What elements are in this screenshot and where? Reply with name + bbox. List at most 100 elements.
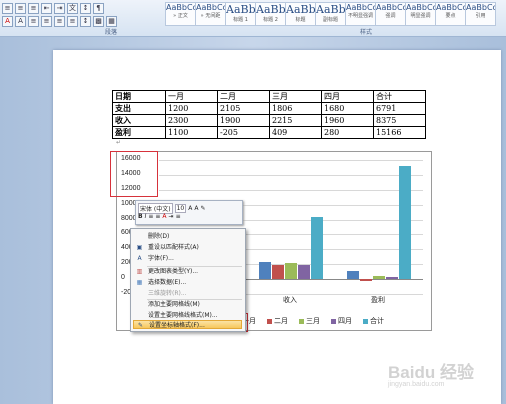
bullets-button[interactable]: ≡ bbox=[2, 2, 13, 14]
bar-二月-收入[interactable] bbox=[271, 264, 284, 280]
table-cell[interactable]: 合计 bbox=[373, 90, 426, 103]
context-menu-item[interactable]: 删除(D) bbox=[133, 232, 242, 241]
table-cell[interactable]: 支出 bbox=[112, 102, 166, 115]
table-cell[interactable]: 409 bbox=[269, 126, 322, 139]
legend-item[interactable]: 三月 bbox=[299, 316, 320, 326]
table-cell[interactable]: 收入 bbox=[112, 114, 166, 127]
style-label: 副标题 bbox=[322, 17, 338, 23]
table-cell[interactable]: 1806 bbox=[269, 102, 322, 115]
table-cell[interactable]: 1900 bbox=[217, 114, 270, 127]
table-cell[interactable]: 2300 bbox=[165, 114, 218, 127]
bar-三月-盈利[interactable] bbox=[372, 276, 385, 280]
table-cell[interactable]: 1680 bbox=[321, 102, 374, 115]
context-menu-item[interactable]: ▥ 更改图表类型(Y)... bbox=[133, 267, 242, 276]
justify-button[interactable]: ≡ bbox=[67, 15, 78, 27]
table-cell[interactable]: 日期 bbox=[112, 90, 166, 103]
table-cell[interactable]: 1960 bbox=[321, 114, 374, 127]
table-cell[interactable]: 8375 bbox=[373, 114, 426, 127]
line-spacing-button[interactable]: ↕ bbox=[80, 15, 91, 27]
font-color-mini-button[interactable]: A bbox=[162, 213, 166, 220]
style-label: 标题 1 bbox=[233, 17, 248, 23]
bar-一月-收入[interactable] bbox=[258, 261, 271, 280]
data-table[interactable]: 日期 一月 二月 三月 四月 合计支出 1200 2105 1806 1680 6791 收入 2300… bbox=[112, 90, 426, 139]
bar-一月-盈利[interactable] bbox=[346, 270, 359, 280]
align-center-button[interactable]: ≡ bbox=[41, 15, 52, 27]
borders-button[interactable]: ▦ bbox=[106, 15, 117, 27]
style-item[interactable]: AaBbCcDd» 无间距 bbox=[195, 2, 226, 26]
show-marks-button[interactable]: ¶ bbox=[93, 2, 104, 14]
table-cell[interactable]: 二月 bbox=[217, 90, 270, 103]
style-preview: AaBbCcDd bbox=[406, 3, 436, 12]
style-item[interactable]: AaBbCcDd明显强调 bbox=[405, 2, 436, 26]
char-border-button[interactable]: A bbox=[15, 15, 26, 27]
table-cell[interactable]: 280 bbox=[321, 126, 374, 139]
bold-button[interactable]: B bbox=[138, 213, 143, 220]
y-tick-label[interactable]: 0 bbox=[121, 274, 125, 281]
context-menu-item[interactable]: 添加主要网格线(M) bbox=[133, 300, 242, 309]
bar-四月-盈利[interactable] bbox=[385, 277, 398, 280]
table-cell[interactable]: 6791 bbox=[373, 102, 426, 115]
increase-indent-button[interactable]: ⇥ bbox=[54, 2, 65, 14]
style-item[interactable]: AaBbCcDd强调 bbox=[375, 2, 406, 26]
font-icon: A bbox=[137, 255, 142, 262]
table-cell[interactable]: 三月 bbox=[269, 90, 322, 103]
bar-合计-盈利[interactable] bbox=[398, 166, 411, 280]
numbering-button[interactable]: ≡ bbox=[15, 2, 26, 14]
bar-四月-收入[interactable] bbox=[297, 264, 310, 280]
gridline bbox=[159, 189, 423, 191]
bullets-mini-button[interactable]: ≡ bbox=[176, 213, 181, 220]
font-color-button[interactable]: A bbox=[2, 15, 13, 27]
context-menu-item[interactable]: 设置主要网格线格式(M)... bbox=[133, 311, 242, 320]
format-painter-icon[interactable]: ✎ bbox=[200, 205, 205, 212]
x-category-label: 收入 bbox=[283, 296, 297, 304]
style-item[interactable]: AaBbCcDd不明显强调 bbox=[345, 2, 376, 26]
table-cell[interactable]: 1100 bbox=[165, 126, 218, 139]
legend-item[interactable]: 二月 bbox=[267, 316, 288, 326]
legend-item[interactable]: 合计 bbox=[363, 316, 384, 326]
style-item[interactable]: AaBbC标题 bbox=[285, 2, 316, 26]
context-menu-item[interactable]: A 字体(F)... bbox=[133, 254, 242, 263]
style-item[interactable]: AaBbCcDd引用 bbox=[465, 2, 496, 26]
italic-button[interactable]: I bbox=[145, 213, 147, 220]
align-left-button[interactable]: ≡ bbox=[28, 15, 39, 27]
style-item[interactable]: AaBbCcDd要点 bbox=[435, 2, 466, 26]
decrease-indent-button[interactable]: ⇤ bbox=[41, 2, 52, 14]
font-size-box[interactable]: 10 bbox=[174, 204, 187, 213]
style-label: 引用 bbox=[475, 13, 486, 19]
bar-合计-收入[interactable] bbox=[310, 216, 323, 280]
shading-button[interactable]: ▩ bbox=[93, 15, 104, 27]
multilevel-list-button[interactable]: ≡ bbox=[28, 2, 39, 14]
table-cell[interactable]: 15166 bbox=[373, 126, 426, 139]
grow-font-icon[interactable]: A bbox=[188, 205, 192, 212]
legend-swatch bbox=[331, 318, 336, 324]
style-item[interactable]: AaBb 标题 1 bbox=[225, 2, 256, 26]
style-label: 要点 bbox=[445, 13, 456, 19]
shrink-font-icon[interactable]: A bbox=[194, 205, 198, 212]
align-right-button[interactable]: ≡ bbox=[54, 15, 65, 27]
bar-二月-盈利[interactable] bbox=[359, 279, 372, 281]
indent-mini-button[interactable]: ⇥ bbox=[169, 213, 174, 220]
align-justify-mini-button[interactable]: ≡ bbox=[155, 213, 160, 220]
table-cell[interactable]: 盈利 bbox=[112, 126, 166, 139]
context-menu-item[interactable]: ✎ 设置坐标轴格式(F)... bbox=[133, 320, 242, 329]
table-cell[interactable]: 2215 bbox=[269, 114, 322, 127]
table-cell[interactable]: 四月 bbox=[321, 90, 374, 103]
bar-三月-收入[interactable] bbox=[284, 262, 297, 280]
chinese-layout-button[interactable]: 文 bbox=[67, 2, 78, 14]
context-menu-item[interactable]: ▦ 选择数据(E)... bbox=[133, 278, 242, 287]
context-menu-label: 添加主要网格线(M) bbox=[148, 301, 200, 308]
table-cell[interactable]: 2105 bbox=[217, 102, 270, 115]
context-menu-label: 设置坐标轴格式(F)... bbox=[149, 322, 205, 329]
table-cell[interactable]: 1200 bbox=[165, 102, 218, 115]
context-menu-item[interactable]: ▣ 重设以匹配样式(A) bbox=[133, 243, 242, 252]
style-item[interactable]: AaBbC副标题 bbox=[315, 2, 346, 26]
sort-button[interactable]: ↕ bbox=[80, 2, 91, 14]
table-cell[interactable]: 一月 bbox=[165, 90, 218, 103]
table-cell[interactable]: -205 bbox=[217, 126, 270, 139]
highlight-axis-box bbox=[110, 151, 158, 197]
align-center-mini-button[interactable]: ≡ bbox=[148, 213, 153, 220]
legend-item[interactable]: 四月 bbox=[331, 316, 352, 326]
paragraph-mark: ↵ bbox=[116, 139, 122, 146]
style-item[interactable]: AaBbCcDd» 正文 bbox=[165, 2, 196, 26]
style-item[interactable]: AaBbC标题 2 bbox=[255, 2, 286, 26]
